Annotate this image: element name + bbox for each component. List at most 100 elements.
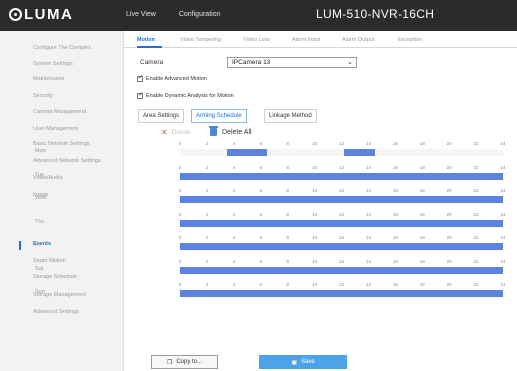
hour-tick-label: 16 [392,141,398,146]
hour-tick-label: 16 [392,258,398,264]
hour-tick-label: 16 [392,188,398,193]
hour-tick-label: 6 [259,141,262,146]
top-bar: LUMA Live View Configuration LUM-510-NVR… [0,0,517,31]
hour-tick-label: 0 [178,141,182,146]
day-schedule-track[interactable] [180,172,503,180]
schedule-segment[interactable] [180,266,503,274]
brand-name: LUMA [24,6,74,23]
hour-tick-label: 14 [365,188,371,193]
sidebar-item-configure-complex[interactable]: Configure The Complex [33,45,91,51]
enable-dynamic-analysis-checkbox[interactable] [137,92,143,99]
enable-dynamic-analysis-row[interactable]: Enable Dynamic Analysis for Motion [137,92,234,99]
hour-tick-label: 2 [205,211,209,217]
day-schedule-track[interactable] [180,219,503,227]
hour-tick-label: 6 [259,282,262,287]
tab-video-tampering[interactable]: Video Tampering [180,37,221,43]
enable-advanced-motion-row[interactable]: Enable Advanced Motion [137,75,207,82]
hour-tick-label: 24 [500,211,506,217]
day-schedule-track[interactable] [180,266,503,274]
camera-select[interactable]: IPCamera 13 ⌄ [227,57,357,68]
hour-tick-label: 12 [338,164,344,170]
hour-tick-label: 22 [473,258,479,264]
hour-tick-label: 22 [473,211,479,217]
chevron-down-icon: ⌄ [347,59,353,66]
hour-tick-label: 0 [178,188,182,193]
day-label: Thu [35,218,45,225]
floppy-disk-icon: ▣ [291,359,297,366]
day-label: Sat [35,265,44,272]
hour-tick-label: 16 [392,211,398,217]
nav-live-view[interactable]: Live View [126,11,156,18]
sidebar-item-maintenance[interactable]: Maintenance [33,76,65,82]
sidebar-item-advanced-settings[interactable]: Advanced Settings [33,309,79,315]
schedule-segment[interactable] [344,149,376,156]
subtab-linkage-method[interactable]: Linkage Method [264,109,317,123]
tab-exception[interactable]: Exception [398,37,422,43]
subtab-area-settings[interactable]: Area Settings [138,109,185,123]
hour-tick-label: 2 [205,258,209,264]
hour-tick-label: 4 [232,188,236,193]
day-schedule-track[interactable] [180,243,503,250]
enable-advanced-motion-checkbox[interactable] [137,75,143,82]
schedule-segment[interactable] [180,219,503,227]
hour-tick-label: 14 [365,164,371,170]
hour-tick-label: 6 [259,164,262,170]
tab-alarm-input[interactable]: Alarm Input [292,37,320,43]
nav-configuration[interactable]: Configuration [179,11,221,18]
schedule-segment[interactable] [180,290,503,297]
camera-label: Camera [140,59,164,66]
hour-tick-label: 18 [419,258,425,264]
hour-tick-label: 20 [446,282,452,287]
hour-tick-label: 2 [205,235,209,240]
schedule-segment[interactable] [180,196,503,203]
day-schedule-track[interactable] [180,196,503,203]
save-button[interactable]: ▣ Save [259,355,347,369]
hour-tick-label: 0 [178,211,182,217]
schedule-segment[interactable] [227,149,268,156]
hour-tick-label: 12 [338,282,344,287]
tab-alarm-output[interactable]: Alarm Output [342,37,374,43]
brand-logo: LUMA [9,6,73,23]
enable-dynamic-analysis-label: Enable Dynamic Analysis for Motion [146,93,234,99]
sidebar-item-basic-network[interactable]: Basic Network Settings [33,141,90,147]
sidebar-item-system-settings[interactable]: System Settings [33,61,73,67]
hour-tick-label: 8 [286,164,289,170]
hour-tick-label: 0 [178,235,182,240]
hour-tick-label: 20 [446,164,452,170]
hour-tick-label: 24 [500,282,506,287]
sidebar-item-camera-management[interactable]: Camera Management [33,109,86,115]
hour-tick-label: 12 [338,188,344,193]
hour-tick-label: 12 [338,258,344,264]
hour-tick-label: 4 [232,258,236,264]
hour-tick-label: 4 [232,235,236,240]
sidebar-item-smart-motion[interactable]: Smart Motion [33,258,66,264]
hour-tick-label: 12 [338,141,344,146]
day-schedule-track[interactable] [180,290,503,297]
sidebar: Configure The Complex System Settings Ma… [0,31,124,371]
hour-tick-label: 20 [446,141,452,146]
tab-motion[interactable]: Motion [137,37,155,43]
day-schedule-track[interactable] [180,149,503,156]
day-label: Mon [35,148,46,154]
hour-tick-label: 2 [205,188,209,193]
subtab-arming-schedule[interactable]: Arming Schedule [191,109,247,123]
schedule-segment[interactable] [180,243,503,250]
hour-tick-label: 18 [419,188,425,193]
hour-tick-label: 10 [312,188,318,193]
sidebar-item-security[interactable]: Security [33,93,53,99]
delete-label: Delete [171,129,191,136]
hour-tick-label: 14 [365,235,371,240]
logo-ring-icon [9,8,22,21]
delete-button[interactable]: ✕ Delete [161,128,191,137]
delete-all-button[interactable]: Delete All [209,126,252,136]
hour-tick-label: 6 [259,211,262,217]
sidebar-item-user-management[interactable]: User Management [33,126,78,132]
hour-tick-label: 22 [473,188,479,193]
schedule-segment[interactable] [180,172,503,180]
sidebar-item-storage-schedule[interactable]: Storage Schedule [33,274,77,280]
sidebar-item-advanced-network[interactable]: Advanced Network Settings [33,158,101,164]
copy-to-button[interactable]: ❐ Copy to... [151,355,218,369]
tab-video-loss[interactable]: Video Loss [243,37,270,43]
hour-tick-label: 14 [365,282,371,287]
hour-tick-label: 16 [392,235,398,240]
